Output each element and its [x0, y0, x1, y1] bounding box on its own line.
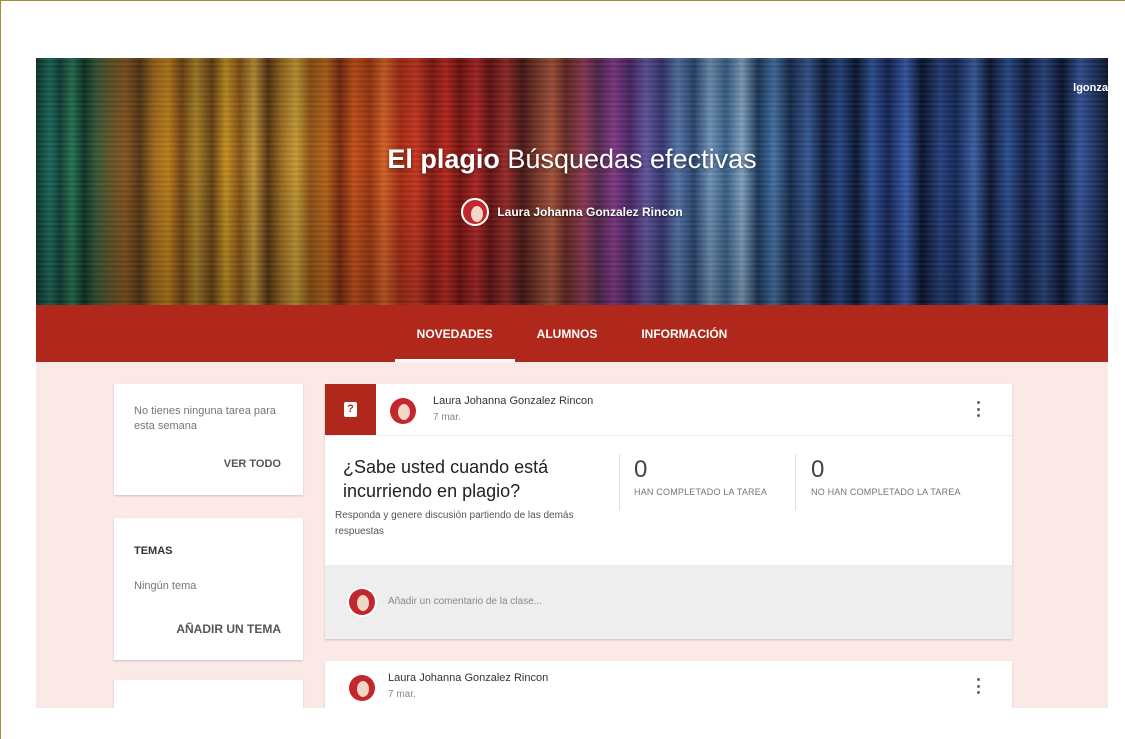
post-date: 7 mar. [388, 689, 416, 700]
not-completed-label: NO HAN COMPLETADO LA TAREA [811, 487, 961, 497]
announcement-post: Laura Johanna Gonzalez Rincon 7 mar. [325, 661, 1012, 708]
topics-heading: TEMAS [134, 545, 173, 557]
not-completed-stat[interactable]: 0 NO HAN COMPLETADO LA TAREA [811, 456, 961, 497]
completed-label: HAN COMPLETADO LA TAREA [634, 487, 768, 497]
teacher-avatar [461, 198, 490, 226]
question-description: Responda y genere discusión partiendo de… [335, 510, 574, 537]
completed-stat[interactable]: 0 HAN COMPLETADO LA TAREA [634, 456, 767, 497]
teacher-info: Laura Johanna Gonzalez Rincon [36, 198, 1108, 226]
divider [325, 435, 1012, 436]
divider [619, 454, 620, 510]
completed-count: 0 [634, 456, 648, 483]
question-badge: ? [325, 384, 376, 435]
post-date: 7 mar. [433, 412, 461, 423]
account-name[interactable]: lgonza [1073, 82, 1108, 94]
more-options-icon[interactable] [976, 401, 980, 417]
course-banner [36, 58, 1108, 305]
question-icon: ? [344, 402, 357, 417]
course-title-bold: El plagio [387, 144, 500, 174]
tab-informacion[interactable]: INFORMACIÓN [619, 305, 749, 362]
question-title[interactable]: ¿Sabe usted cuando está incurriendo en p… [343, 455, 603, 503]
window-frame: lgonza El plagio Búsquedas efectivas Lau… [0, 0, 1125, 739]
not-completed-count: 0 [811, 456, 825, 483]
divider [795, 454, 796, 510]
topics-card: TEMAS Ningún tema AÑADIR UN TEMA [114, 518, 303, 660]
question-post: ? Laura Johanna Gonzalez Rincon 7 mar. ¿… [325, 384, 1012, 639]
user-avatar [347, 587, 377, 617]
post-author: Laura Johanna Gonzalez Rincon [388, 672, 549, 684]
upcoming-tasks-card: No tienes ninguna tarea para esta semana… [114, 384, 303, 495]
author-avatar [388, 396, 418, 426]
comment-input[interactable]: Añadir un comentario de la clase... [388, 596, 542, 607]
no-topics-text: Ningún tema [134, 580, 197, 592]
comment-bar: Añadir un comentario de la clase... [325, 565, 1012, 639]
post-author: Laura Johanna Gonzalez Rincon [433, 395, 594, 407]
add-topic-button[interactable]: AÑADIR UN TEMA [176, 622, 281, 636]
tab-alumnos[interactable]: ALUMNOS [515, 305, 620, 362]
no-tasks-message: No tienes ninguna tarea para esta semana [134, 405, 276, 432]
sidebar-card [114, 680, 303, 708]
course-title-section: Búsquedas efectivas [507, 144, 757, 174]
view-all-button[interactable]: VER TODO [224, 458, 281, 470]
more-options-icon[interactable] [976, 678, 980, 694]
tab-bar: NOVEDADES ALUMNOS INFORMACIÓN [36, 305, 1108, 362]
teacher-name: Laura Johanna Gonzalez Rincon [497, 205, 683, 219]
classroom-app: lgonza El plagio Búsquedas efectivas Lau… [36, 58, 1108, 708]
tab-novedades[interactable]: NOVEDADES [394, 305, 515, 362]
author-avatar [347, 673, 377, 703]
course-title: El plagio Búsquedas efectivas [36, 144, 1108, 175]
